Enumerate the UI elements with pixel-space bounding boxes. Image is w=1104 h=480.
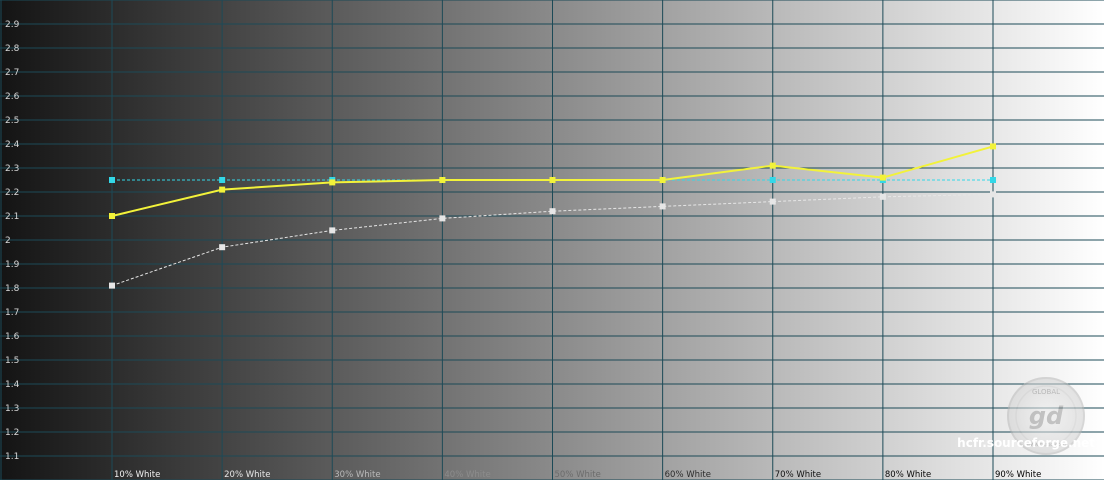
watermark-logo-text: GLOBAL bbox=[1032, 388, 1060, 396]
series-point bbox=[659, 203, 666, 210]
x-tick-label: 50% White bbox=[555, 470, 601, 480]
series-point bbox=[769, 198, 776, 205]
series-point bbox=[439, 177, 446, 183]
y-tick-label: 2.9 bbox=[5, 20, 20, 30]
y-tick-label: 2 bbox=[5, 236, 11, 246]
y-tick-label: 2.1 bbox=[5, 212, 19, 222]
y-tick-label: 1.9 bbox=[5, 260, 20, 270]
x-tick-label: 20% White bbox=[224, 470, 270, 480]
x-tick-label: 40% White bbox=[444, 470, 490, 480]
watermark-logo-mark: gd bbox=[1029, 402, 1064, 430]
y-tick-label: 2.4 bbox=[5, 140, 20, 150]
y-tick-label: 1.1 bbox=[5, 452, 19, 462]
y-tick-label: 1.5 bbox=[5, 356, 19, 366]
series-point bbox=[109, 282, 115, 289]
grid-lines bbox=[0, 0, 1104, 480]
series-point bbox=[219, 244, 226, 251]
series-point bbox=[109, 177, 115, 183]
series-point bbox=[879, 174, 886, 181]
series-point bbox=[769, 162, 776, 169]
y-tick-label: 1.8 bbox=[5, 284, 20, 294]
y-tick-label: 2.5 bbox=[5, 116, 19, 126]
y-tick-label: 2.6 bbox=[5, 92, 20, 102]
series-point bbox=[329, 227, 336, 234]
series-point bbox=[219, 177, 226, 183]
x-tick-label: 80% White bbox=[885, 470, 931, 480]
x-tick-label: 90% White bbox=[995, 470, 1041, 480]
y-tick-label: 1.6 bbox=[5, 332, 20, 342]
series-point bbox=[990, 177, 996, 183]
series-point bbox=[439, 215, 446, 222]
x-tick-label: 30% White bbox=[334, 470, 380, 480]
series-point bbox=[769, 177, 776, 183]
y-tick-label: 2.7 bbox=[5, 68, 19, 78]
series-point bbox=[549, 177, 556, 183]
y-tick-label: 2.2 bbox=[5, 188, 19, 198]
series-point bbox=[219, 186, 226, 193]
watermark-site: hcfr.sourceforge.net bbox=[957, 436, 1095, 450]
series-point bbox=[990, 143, 996, 150]
series-point bbox=[109, 213, 115, 219]
y-tick-label: 1.4 bbox=[5, 380, 20, 390]
y-tick-label: 2.8 bbox=[5, 44, 20, 54]
x-tick-label: 60% White bbox=[665, 470, 711, 480]
series-point bbox=[990, 191, 996, 198]
gamma-chart: 1.1 1.2 1.3 1.4 1.5 1.6 1.7 1.8 1.9 2 2.1 2.2 2.3 2.4… bbox=[0, 0, 1104, 480]
series-point bbox=[329, 179, 336, 186]
y-tick-label: 2.3 bbox=[5, 164, 19, 174]
x-tick-label: 10% White bbox=[114, 470, 160, 480]
y-tick-label: 1.3 bbox=[5, 404, 19, 414]
x-tick-label: 70% White bbox=[775, 470, 821, 480]
series-point bbox=[659, 177, 666, 183]
y-tick-label: 1.7 bbox=[5, 308, 19, 318]
y-tick-label: 1.2 bbox=[5, 428, 19, 438]
series-point bbox=[879, 193, 886, 200]
x-axis-ticks: 10% White 20% White 30% White 40% White 50% … bbox=[114, 470, 1041, 480]
series-point bbox=[549, 208, 556, 215]
